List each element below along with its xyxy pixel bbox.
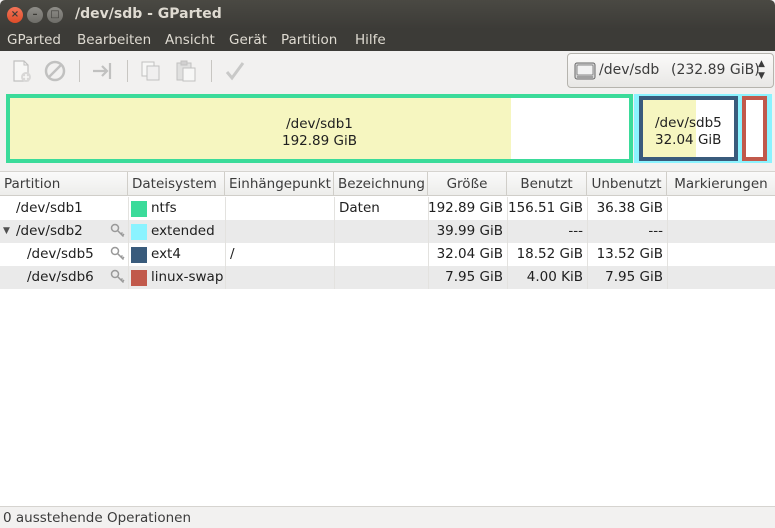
grid-line bbox=[667, 243, 668, 266]
cell-partition: /dev/sdb2 bbox=[16, 223, 83, 239]
column-header-filesystem[interactable]: Dateisystem bbox=[128, 172, 225, 196]
grid-line bbox=[334, 197, 335, 220]
filesystem-color-swatch bbox=[131, 224, 147, 240]
cell-partition: /dev/sdb1 bbox=[16, 200, 83, 216]
graph-partition-size: 32.04 GiB bbox=[655, 132, 722, 148]
column-header-used[interactable]: Benutzt bbox=[507, 172, 587, 196]
key-icon bbox=[110, 246, 126, 262]
column-header-partition[interactable]: Partition bbox=[0, 172, 128, 196]
resize-move-icon[interactable] bbox=[91, 59, 115, 83]
device-name: /dev/sdb bbox=[599, 62, 660, 78]
filesystem-color-swatch bbox=[131, 201, 147, 217]
toolbar-separator bbox=[79, 60, 80, 82]
partition-table: Partition Dateisystem Einhängepunkt Beze… bbox=[0, 171, 775, 506]
cell-size: 32.04 GiB bbox=[436, 246, 503, 262]
cell-filesystem: ext4 bbox=[151, 246, 181, 262]
window-title: /dev/sdb - GParted bbox=[75, 6, 222, 22]
filesystem-color-swatch bbox=[131, 270, 147, 286]
grid-line bbox=[667, 197, 668, 220]
hard-disk-icon bbox=[573, 59, 597, 83]
graph-partition-sdb6[interactable] bbox=[742, 96, 767, 161]
column-header-size[interactable]: Größe bbox=[428, 172, 507, 196]
menu-bearbeiten[interactable]: Bearbeiten bbox=[77, 32, 151, 48]
key-icon bbox=[110, 269, 126, 285]
device-select[interactable]: /dev/sdb (232.89 GiB) ▲ ▼ bbox=[567, 53, 774, 88]
grid-line bbox=[128, 197, 129, 220]
copy-icon[interactable] bbox=[139, 59, 163, 83]
table-row[interactable]: /dev/sdb5 ext4 / 32.04 GiB 18.52 GiB 13.… bbox=[0, 243, 775, 266]
grid-line bbox=[128, 220, 129, 243]
cell-filesystem: linux-swap bbox=[151, 269, 224, 285]
cell-size: 192.89 GiB bbox=[428, 200, 504, 216]
cell-used: 4.00 KiB bbox=[526, 269, 583, 285]
close-window-button[interactable]: × bbox=[7, 7, 23, 23]
new-partition-icon[interactable] bbox=[9, 59, 33, 83]
delete-icon[interactable] bbox=[43, 59, 67, 83]
cell-used: --- bbox=[568, 223, 583, 239]
graph-partition-sdb5[interactable]: /dev/sdb5 32.04 GiB bbox=[639, 96, 738, 161]
graph-partition-sdb5-label: /dev/sdb5 32.04 GiB bbox=[655, 115, 722, 149]
cell-filesystem: ntfs bbox=[151, 200, 177, 216]
key-icon bbox=[110, 223, 126, 239]
column-header-label[interactable]: Bezeichnung bbox=[334, 172, 428, 196]
maximize-window-button[interactable]: □ bbox=[47, 7, 63, 23]
menu-hilfe[interactable]: Hilfe bbox=[355, 32, 386, 48]
cell-label: Daten bbox=[339, 200, 380, 216]
cell-size: 39.99 GiB bbox=[436, 223, 503, 239]
graph-partition-name: /dev/sdb5 bbox=[655, 115, 722, 131]
cell-unused: 36.38 GiB bbox=[596, 200, 663, 216]
grid-line bbox=[334, 266, 335, 289]
cell-unused: 7.95 GiB bbox=[605, 269, 663, 285]
grid-line bbox=[225, 243, 226, 266]
device-size: (232.89 GiB) bbox=[671, 62, 760, 78]
grid-line bbox=[334, 220, 335, 243]
grid-line bbox=[225, 266, 226, 289]
grid-line bbox=[667, 266, 668, 289]
graph-partition-name: /dev/sdb1 bbox=[286, 116, 353, 132]
cell-used: 18.52 GiB bbox=[516, 246, 583, 262]
menu-bar: GParted Bearbeiten Ansicht Gerät Partiti… bbox=[0, 29, 775, 51]
cell-partition: /dev/sdb5 bbox=[27, 246, 94, 262]
cell-used: 156.51 GiB bbox=[507, 200, 583, 216]
apply-icon[interactable] bbox=[223, 59, 247, 83]
status-text: 0 ausstehende Operationen bbox=[3, 510, 192, 526]
column-header-flags[interactable]: Markierungen bbox=[667, 172, 775, 196]
table-row[interactable]: ▼ /dev/sdb2 extended 39.99 GiB --- --- bbox=[0, 220, 775, 243]
column-header-unused[interactable]: Unbenutzt bbox=[587, 172, 667, 196]
grid-line bbox=[667, 220, 668, 243]
cell-unused: 13.52 GiB bbox=[596, 246, 663, 262]
cell-unused: --- bbox=[648, 223, 663, 239]
toolbar-separator bbox=[127, 60, 128, 82]
cell-mountpoint: / bbox=[230, 246, 235, 262]
toolbar-separator bbox=[211, 60, 212, 82]
menu-partition[interactable]: Partition bbox=[281, 32, 337, 48]
menu-ansicht[interactable]: Ansicht bbox=[165, 32, 215, 48]
graph-partition-sdb1[interactable]: /dev/sdb1 192.89 GiB bbox=[6, 94, 633, 163]
status-bar: 0 ausstehende Operationen bbox=[0, 506, 775, 528]
menu-gparted[interactable]: GParted bbox=[7, 32, 61, 48]
expander-arrow-icon[interactable]: ▼ bbox=[3, 220, 10, 243]
graph-partition-sdb1-label: /dev/sdb1 192.89 GiB bbox=[10, 116, 629, 150]
title-bar: × – □ /dev/sdb - GParted bbox=[0, 0, 775, 29]
grid-line bbox=[128, 243, 129, 266]
filesystem-color-swatch bbox=[131, 247, 147, 263]
chevron-up-down-icon: ▲ ▼ bbox=[758, 59, 765, 81]
table-header: Partition Dateisystem Einhängepunkt Beze… bbox=[0, 172, 775, 196]
grid-line bbox=[334, 243, 335, 266]
cell-size: 7.95 GiB bbox=[445, 269, 503, 285]
graph-partition-size: 192.89 GiB bbox=[281, 133, 357, 149]
column-header-mountpoint[interactable]: Einhängepunkt bbox=[225, 172, 334, 196]
menu-geraet[interactable]: Gerät bbox=[229, 32, 267, 48]
grid-line bbox=[225, 220, 226, 243]
minimize-window-button[interactable]: – bbox=[27, 7, 43, 23]
cell-partition: /dev/sdb6 bbox=[27, 269, 94, 285]
paste-icon[interactable] bbox=[174, 59, 198, 83]
grid-line bbox=[225, 197, 226, 220]
table-row[interactable]: /dev/sdb6 linux-swap 7.95 GiB 4.00 KiB 7… bbox=[0, 266, 775, 289]
table-row[interactable]: /dev/sdb1 ntfs Daten 192.89 GiB 156.51 G… bbox=[0, 197, 775, 220]
cell-filesystem: extended bbox=[151, 223, 215, 239]
grid-line bbox=[128, 266, 129, 289]
